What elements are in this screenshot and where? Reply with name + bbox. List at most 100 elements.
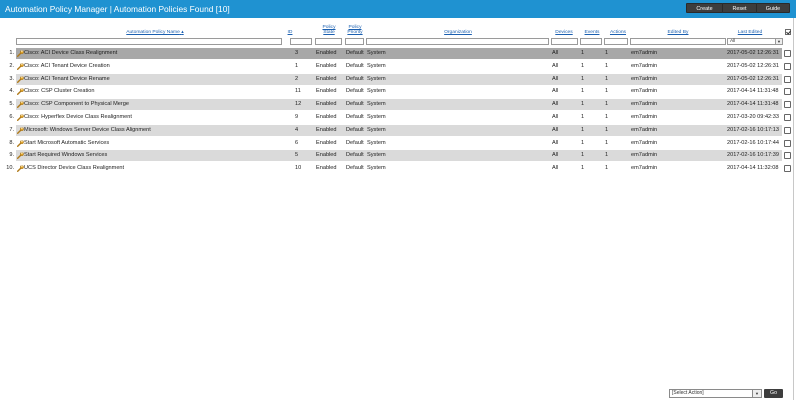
cell-last-edited: 2017-02-16 10:17:39: [727, 152, 779, 159]
cell-events: 1: [581, 152, 585, 159]
table-row[interactable]: 9. Start Required Windows Services 5 Enable…: [0, 150, 796, 162]
cell-last-edited: 2017-04-14 11:32:08: [727, 165, 779, 172]
policy-name-link[interactable]: Start Required Windows Services: [24, 152, 107, 159]
row-number: 7.: [9, 126, 14, 133]
row-checkbox[interactable]: [784, 101, 791, 109]
filter-priority-input[interactable]: [345, 38, 364, 45]
table-row[interactable]: 3. Cisco: ACI Tenant Device Rename 2 Enable…: [0, 73, 796, 85]
cell-priority: Default: [346, 50, 364, 56]
row-checkbox[interactable]: [784, 75, 791, 83]
table-row[interactable]: 1. Cisco: ACI Device Class Realignment 3 En…: [0, 48, 796, 59]
table-row[interactable]: 5. Cisco: CSP Component to Physical Merge…: [0, 99, 796, 111]
cell-state: Enabled: [316, 126, 337, 133]
column-header-actions[interactable]: Actions: [606, 30, 630, 35]
column-header-policy-state[interactable]: Policy State: [318, 25, 340, 35]
cell-edited-by: em7admin: [631, 126, 658, 133]
cell-edited-by: em7admin: [631, 139, 658, 146]
table-row[interactable]: 4. Cisco: CSP Cluster Creation 11 Enabled De…: [0, 86, 796, 98]
column-header-policy-priority[interactable]: Policy Priority: [344, 25, 366, 35]
table-row[interactable]: 2. Cisco: ACI Tenant Device Creation 1 Enab…: [0, 60, 796, 72]
table-row[interactable]: 8. Start Microsoft Automatic Services 6 Ena…: [0, 137, 796, 149]
filter-events-input[interactable]: [580, 38, 602, 45]
column-header-devices[interactable]: Devices: [552, 30, 576, 35]
cell-priority: Default: [346, 165, 364, 172]
cell-devices: All: [552, 101, 559, 108]
table-row[interactable]: 6. Cisco: Hyperflex Device Class Realignm…: [0, 112, 796, 123]
filter-actions-input[interactable]: [604, 38, 628, 45]
cell-edited-by: em7admin: [631, 152, 658, 159]
filter-edited-by-input[interactable]: [630, 38, 726, 45]
column-header-events[interactable]: Events: [581, 30, 603, 35]
row-checkbox[interactable]: [784, 126, 791, 134]
cell-organization: System: [367, 152, 386, 159]
policy-name-link[interactable]: UCS Director Device Class Realignment: [24, 165, 124, 172]
row-checkbox[interactable]: [784, 50, 791, 57]
filter-state-input[interactable]: [315, 38, 342, 45]
cell-actions: 1: [605, 88, 609, 95]
cell-organization: System: [367, 75, 386, 82]
wrench-icon[interactable]: [17, 62, 24, 70]
wrench-icon[interactable]: [17, 101, 24, 109]
column-header-last-edited[interactable]: Last Edited: [730, 30, 770, 35]
cell-devices: All: [552, 75, 559, 82]
wrench-icon[interactable]: [17, 88, 24, 96]
cell-edited-by: em7admin: [631, 101, 658, 108]
cell-events: 1: [581, 126, 585, 133]
reset-button[interactable]: Reset: [722, 3, 757, 13]
wrench-icon[interactable]: [17, 126, 24, 134]
filter-organization-input[interactable]: [366, 38, 549, 45]
cell-actions: 1: [605, 114, 609, 120]
guide-button[interactable]: Guide: [756, 3, 790, 13]
cell-id: 12: [295, 101, 302, 108]
policy-name-link[interactable]: Cisco: CSP Component to Physical Merge: [24, 101, 129, 108]
table-row[interactable]: 7. Microsoft: Windows Server Device Class…: [0, 124, 796, 136]
cell-devices: All: [552, 88, 559, 95]
column-header-name[interactable]: Automation Policy Name ▴: [110, 30, 200, 35]
policy-name-link[interactable]: Cisco: ACI Device Class Realignment: [24, 50, 117, 57]
cell-organization: System: [367, 62, 386, 69]
filter-name-input[interactable]: [16, 38, 282, 45]
cell-actions: 1: [605, 50, 609, 56]
cell-last-edited: 2017-05-02 12:26:31: [727, 50, 779, 56]
cell-organization: System: [367, 165, 386, 172]
row-checkbox[interactable]: [784, 139, 791, 147]
row-checkbox[interactable]: [784, 88, 791, 96]
row-number: 10.: [6, 165, 14, 172]
cell-priority: Default: [346, 88, 364, 95]
go-button[interactable]: Go: [764, 389, 783, 398]
select-action-dropdown[interactable]: [Select Action] ▼: [669, 389, 762, 398]
cell-priority: Default: [346, 126, 364, 133]
cell-last-edited: 2017-02-16 10:17:13: [727, 126, 779, 133]
policy-name-link[interactable]: Cisco: CSP Cluster Creation: [24, 88, 94, 95]
cell-id: 3: [295, 50, 299, 56]
select-all-checkbox[interactable]: [785, 29, 791, 35]
wrench-icon[interactable]: [17, 165, 24, 173]
column-header-id[interactable]: ID: [282, 30, 298, 35]
cell-edited-by: em7admin: [631, 62, 658, 69]
wrench-icon[interactable]: [17, 50, 24, 57]
wrench-icon[interactable]: [17, 75, 24, 83]
filter-devices-input[interactable]: [551, 38, 578, 45]
cell-id: 5: [295, 152, 299, 159]
column-header-organization[interactable]: Organization: [420, 30, 496, 35]
cell-last-edited: 2017-05-02 12:26:31: [727, 75, 779, 82]
row-background: [16, 137, 782, 149]
column-header-edited-by[interactable]: Edited By: [660, 30, 696, 35]
filter-id-input[interactable]: [290, 38, 312, 45]
row-checkbox[interactable]: [784, 152, 791, 160]
row-checkbox[interactable]: [784, 114, 791, 121]
wrench-icon[interactable]: [17, 152, 24, 160]
policy-name-link[interactable]: Cisco: Hyperflex Device Class Realignmen…: [24, 114, 132, 121]
create-button[interactable]: Create: [686, 3, 723, 13]
policy-name-link[interactable]: Cisco: ACI Tenant Device Rename: [24, 76, 110, 83]
wrench-icon[interactable]: [17, 114, 24, 121]
cell-events: 1: [581, 114, 585, 120]
row-checkbox[interactable]: [784, 165, 791, 173]
wrench-icon[interactable]: [17, 139, 24, 147]
row-checkbox[interactable]: [784, 62, 791, 70]
policy-name-link[interactable]: Microsoft: Windows Server Device Class A…: [24, 127, 151, 134]
filter-last-edited-select[interactable]: All ▼: [727, 38, 783, 45]
policy-name-link[interactable]: Start Microsoft Automatic Services: [24, 140, 109, 147]
policy-name-link[interactable]: Cisco: ACI Tenant Device Creation: [24, 63, 110, 70]
table-row[interactable]: 10. UCS Director Device Class Realignment…: [0, 163, 796, 175]
